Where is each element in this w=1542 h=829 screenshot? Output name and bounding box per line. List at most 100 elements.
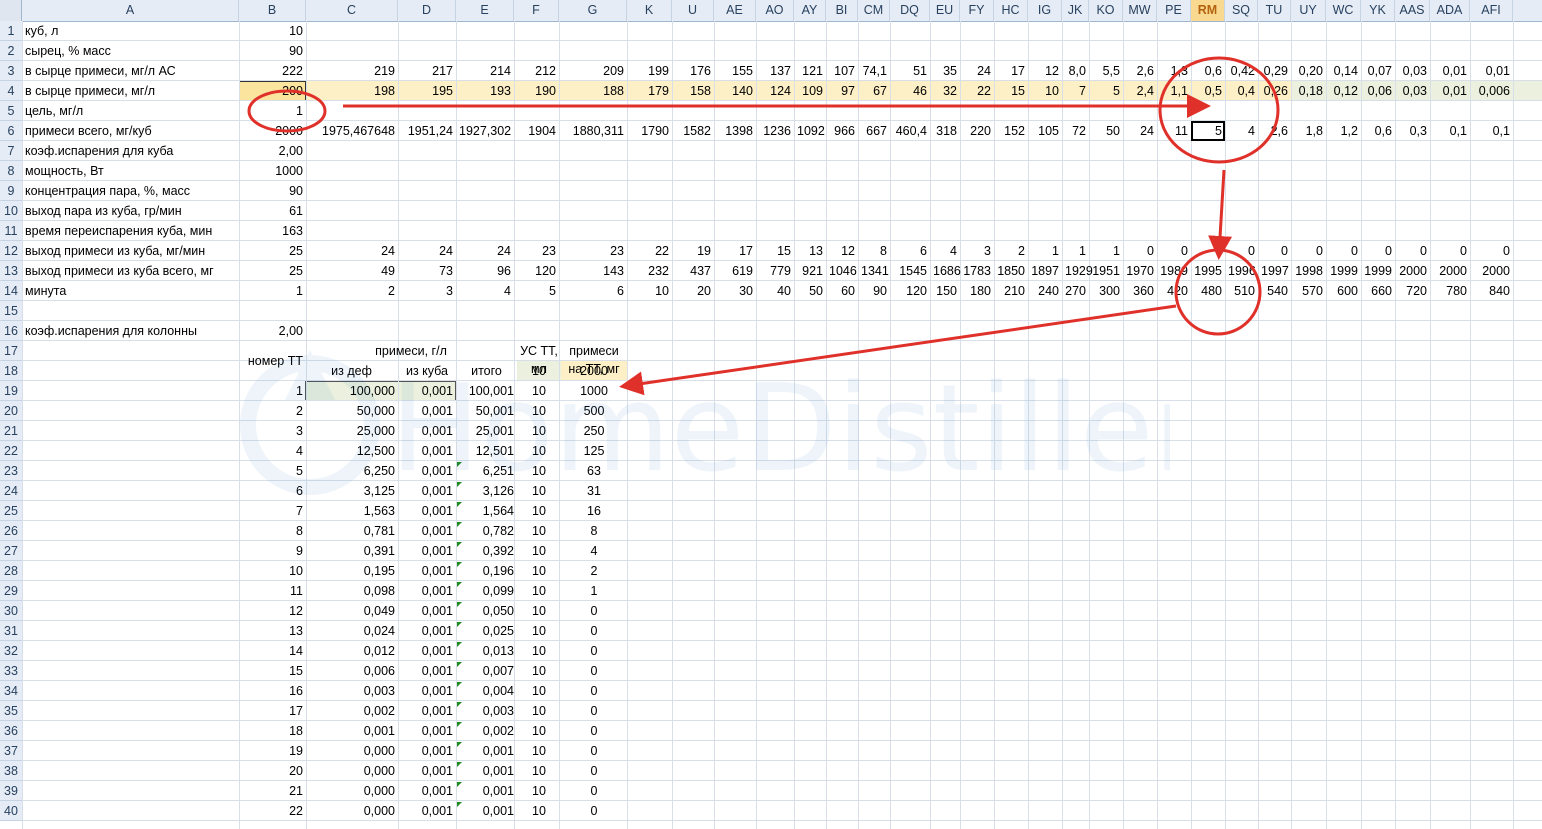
table-tt-number-15[interactable]: 15: [239, 661, 306, 681]
cell-ig13[interactable]: 1897: [1028, 261, 1062, 281]
cell-afi4[interactable]: 0,006: [1470, 81, 1513, 101]
cell-ig14[interactable]: 240: [1028, 281, 1062, 301]
cell-tu14[interactable]: 540: [1258, 281, 1291, 301]
table-us-tt-22[interactable]: 10: [517, 801, 561, 821]
table-pr-tt-22[interactable]: 0: [561, 801, 627, 821]
cell-d13[interactable]: 73: [398, 261, 456, 281]
cell-eu13[interactable]: 1686: [930, 261, 961, 281]
cell-wc6[interactable]: 1,2: [1326, 121, 1361, 141]
table-total-10[interactable]: 0,196: [456, 561, 517, 581]
cell-sq6[interactable]: 4: [1225, 121, 1258, 141]
value-b5[interactable]: 1: [239, 101, 306, 121]
cell-uy3[interactable]: 0,20: [1291, 61, 1326, 81]
table-pr-tt-16[interactable]: 0: [561, 681, 627, 701]
cell-g13[interactable]: 143: [559, 261, 627, 281]
row-header-14[interactable]: 14: [0, 281, 22, 301]
table-from-kuba-15[interactable]: 0,001: [398, 661, 456, 681]
cell-ao12[interactable]: 15: [756, 241, 794, 261]
cell-eu6[interactable]: 318: [930, 121, 960, 141]
row-header-30[interactable]: 30: [0, 601, 22, 621]
table-total-14[interactable]: 0,013: [456, 641, 517, 661]
cell-ao4[interactable]: 124: [756, 81, 794, 101]
cell-ko13[interactable]: 1951: [1089, 261, 1123, 281]
cell-c3[interactable]: 219: [306, 61, 398, 81]
table-total-12[interactable]: 0,050: [456, 601, 517, 621]
value-b12[interactable]: 25: [239, 241, 306, 261]
column-header-ao[interactable]: AO: [756, 0, 794, 21]
table-pr-tt-18[interactable]: 0: [561, 721, 627, 741]
label-a16[interactable]: коэф.испарения для колонны: [22, 321, 239, 341]
cell-pe3[interactable]: 1,3: [1157, 61, 1191, 81]
table-from-def-9[interactable]: 0,391: [305, 541, 398, 561]
value-b3[interactable]: 222: [239, 61, 306, 81]
cell-e12[interactable]: 24: [456, 241, 514, 261]
table-pr-tt-17[interactable]: 0: [561, 701, 627, 721]
column-header-sq[interactable]: SQ: [1225, 0, 1258, 21]
cell-dq14[interactable]: 120: [890, 281, 930, 301]
table-from-kuba-19[interactable]: 0,001: [398, 741, 456, 761]
value-b10[interactable]: 61: [239, 201, 306, 221]
cell-uy13[interactable]: 1998: [1291, 261, 1326, 281]
row-header-33[interactable]: 33: [0, 661, 22, 681]
column-header-wc[interactable]: WC: [1326, 0, 1361, 21]
cell-cm3[interactable]: 74,1: [858, 61, 890, 81]
active-cell-rm6[interactable]: 5: [1191, 121, 1225, 141]
cell-rm13[interactable]: 1995: [1191, 261, 1225, 281]
cell-wc14[interactable]: 600: [1326, 281, 1361, 301]
table-pr-tt-10[interactable]: 2: [561, 561, 627, 581]
table-from-kuba-20[interactable]: 0,001: [398, 761, 456, 781]
table-tt-number-10[interactable]: 10: [239, 561, 306, 581]
cell-ay13[interactable]: 921: [794, 261, 826, 281]
table-us-tt-16[interactable]: 10: [517, 681, 561, 701]
cell-ae13[interactable]: 619: [714, 261, 756, 281]
table-tt-number-11[interactable]: 11: [239, 581, 306, 601]
table-pr-tt-11[interactable]: 1: [561, 581, 627, 601]
cell-u4[interactable]: 158: [672, 81, 714, 101]
column-header-k[interactable]: K: [627, 0, 672, 21]
cell-g14[interactable]: 6: [559, 281, 627, 301]
row-header-37[interactable]: 37: [0, 741, 22, 761]
cell-mw13[interactable]: 1970: [1123, 261, 1157, 281]
column-header-pe[interactable]: PE: [1157, 0, 1191, 21]
row-header-11[interactable]: 11: [0, 221, 22, 241]
column-header-rm[interactable]: RM: [1191, 0, 1225, 21]
cell-ko12[interactable]: 1: [1089, 241, 1123, 261]
cell-f12[interactable]: 23: [514, 241, 559, 261]
cell-aas3[interactable]: 0,03: [1395, 61, 1430, 81]
cell-ae14[interactable]: 30: [714, 281, 756, 301]
cell-aas13[interactable]: 2000: [1395, 261, 1430, 281]
cell-e3[interactable]: 214: [456, 61, 514, 81]
table-us-tt-9[interactable]: 10: [517, 541, 561, 561]
table-tt-number-22[interactable]: 22: [239, 801, 306, 821]
table-us-tt-21[interactable]: 10: [517, 781, 561, 801]
row-header-24[interactable]: 24: [0, 481, 22, 501]
row-header-5[interactable]: 5: [0, 101, 22, 121]
cell-hc6[interactable]: 152: [994, 121, 1028, 141]
cell-f4[interactable]: 190: [514, 81, 559, 101]
table-us-tt-19[interactable]: 10: [517, 741, 561, 761]
table-pr-tt-12[interactable]: 0: [561, 601, 627, 621]
cell-aas14[interactable]: 720: [1395, 281, 1430, 301]
cell-c4[interactable]: 198: [306, 81, 398, 101]
row-header-28[interactable]: 28: [0, 561, 22, 581]
cell-ada12[interactable]: 0: [1430, 241, 1470, 261]
row-header-7[interactable]: 7: [0, 141, 22, 161]
table-from-def-11[interactable]: 0,098: [305, 581, 398, 601]
cell-rm3[interactable]: 0,6: [1191, 61, 1225, 81]
column-header-jk[interactable]: JK: [1062, 0, 1089, 21]
row-header-16[interactable]: 16: [0, 321, 22, 341]
cell-bi6[interactable]: 966: [826, 121, 858, 141]
label-a7[interactable]: коэф.испарения для куба: [22, 141, 239, 161]
cell-d6[interactable]: 1951,24: [398, 121, 456, 141]
cell-u14[interactable]: 20: [672, 281, 714, 301]
column-header-ig[interactable]: IG: [1028, 0, 1062, 21]
table-from-kuba-10[interactable]: 0,001: [398, 561, 456, 581]
table-total-17[interactable]: 0,003: [456, 701, 517, 721]
cell-pe6[interactable]: 11: [1157, 121, 1191, 141]
cell-e14[interactable]: 4: [456, 281, 514, 301]
cell-rm12[interactable]: 0: [1191, 241, 1225, 261]
table-from-kuba-8[interactable]: 0,001: [398, 521, 456, 541]
row-header-19[interactable]: 19: [0, 381, 22, 401]
cell-pe14[interactable]: 420: [1157, 281, 1191, 301]
column-header-aas[interactable]: AAS: [1395, 0, 1430, 21]
